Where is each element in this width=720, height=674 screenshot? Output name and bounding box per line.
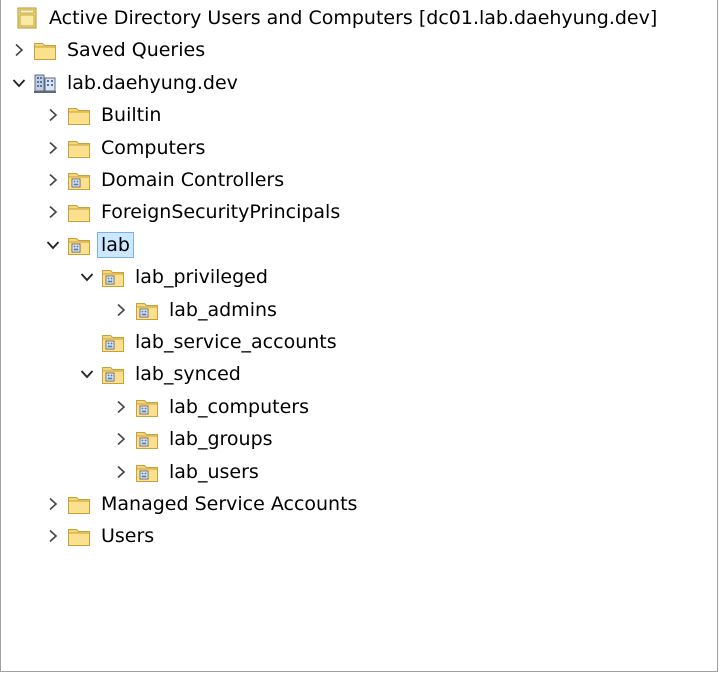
tree-node-label: lab.daehyung.dev — [67, 71, 238, 94]
tree-node-label: lab_computers — [169, 395, 310, 418]
tree-node-lab-users[interactable]: lab_users — [111, 456, 720, 488]
tree-node-label: lab_groups — [169, 428, 273, 451]
tree-node-label: Domain Controllers — [101, 169, 285, 191]
organizational-unit-icon — [101, 362, 125, 386]
tree-node-lab-synced[interactable]: lab_synced — [77, 358, 720, 390]
tree-node-root[interactable]: Active Directory Users and Computers [dc… — [9, 2, 709, 34]
console-tree-pane: Active Directory Users and Computers [dc… — [0, 0, 718, 672]
tree-node-label: lab_users — [169, 460, 259, 483]
organizational-unit-icon — [67, 168, 91, 192]
tree-node-label: lab_admins — [169, 298, 277, 321]
tree-node-lab[interactable]: lab — [43, 229, 720, 261]
chevron-right-icon[interactable] — [111, 391, 131, 423]
tree-node-label: lab_synced — [135, 363, 241, 386]
tree-node-saved-queries[interactable]: Saved Queries — [9, 34, 709, 66]
tree-node-label: ForeignSecurityPrincipals — [101, 201, 341, 224]
tree-node-label: lab_privileged — [135, 266, 268, 289]
tree-node-lab-admins[interactable]: lab_admins — [111, 294, 720, 326]
folder-icon — [67, 524, 91, 548]
organizational-unit-icon — [135, 298, 159, 322]
organizational-unit-icon — [135, 427, 159, 451]
chevron-right-icon[interactable] — [111, 456, 131, 488]
chevron-right-icon[interactable] — [43, 488, 63, 520]
organizational-unit-icon — [101, 330, 125, 354]
tree-node-label: Managed Service Accounts — [101, 493, 358, 515]
chevron-down-icon[interactable] — [77, 358, 97, 390]
chevron-right-icon[interactable] — [111, 423, 131, 455]
chevron-down-icon[interactable] — [77, 261, 97, 293]
tree-node-domain[interactable]: lab.daehyung.dev — [9, 67, 709, 99]
tree-node-lab-computers[interactable]: lab_computers — [111, 391, 720, 423]
tree-node-label: lab_service_accounts — [135, 331, 337, 353]
organizational-unit-icon — [67, 233, 91, 257]
folder-icon — [33, 38, 57, 62]
chevron-right-icon[interactable] — [43, 132, 63, 164]
domain-icon — [33, 71, 57, 95]
tree-node-domain-controllers[interactable]: Domain Controllers — [43, 164, 720, 196]
chevron-right-icon[interactable] — [9, 34, 29, 66]
folder-icon — [67, 200, 91, 224]
tree-node-lab-service-accounts[interactable]: lab_service_accounts — [77, 326, 720, 358]
snapin-icon — [15, 6, 39, 30]
organizational-unit-icon — [135, 460, 159, 484]
chevron-right-icon[interactable] — [43, 196, 63, 228]
tree-node-managed-service-accounts[interactable]: Managed Service Accounts — [43, 488, 720, 520]
tree-node-users[interactable]: Users — [43, 520, 720, 552]
tree-node-lab-groups[interactable]: lab_groups — [111, 423, 720, 455]
tree-node-foreign-security-principals[interactable]: ForeignSecurityPrincipals — [43, 196, 720, 228]
organizational-unit-icon — [135, 395, 159, 419]
tree-node-label: Saved Queries — [67, 39, 206, 62]
chevron-down-icon[interactable] — [43, 229, 63, 261]
folder-icon — [67, 103, 91, 127]
tree-node-computers[interactable]: Computers — [43, 132, 720, 164]
tree-node-label: lab — [97, 231, 134, 258]
organizational-unit-icon — [101, 265, 125, 289]
chevron-down-icon[interactable] — [9, 67, 29, 99]
tree-node-label: Active Directory Users and Computers [dc… — [49, 7, 658, 29]
chevron-right-icon[interactable] — [43, 99, 63, 131]
tree-node-label: Users — [101, 525, 155, 548]
folder-icon — [67, 492, 91, 516]
chevron-right-icon[interactable] — [43, 520, 63, 552]
folder-icon — [67, 136, 91, 160]
tree-node-label: Builtin — [101, 104, 162, 127]
tree-node-label: Computers — [101, 136, 206, 159]
chevron-right-icon[interactable] — [111, 294, 131, 326]
tree-node-builtin[interactable]: Builtin — [43, 99, 720, 131]
chevron-right-icon[interactable] — [43, 164, 63, 196]
tree-node-lab-privileged[interactable]: lab_privileged — [77, 261, 720, 293]
